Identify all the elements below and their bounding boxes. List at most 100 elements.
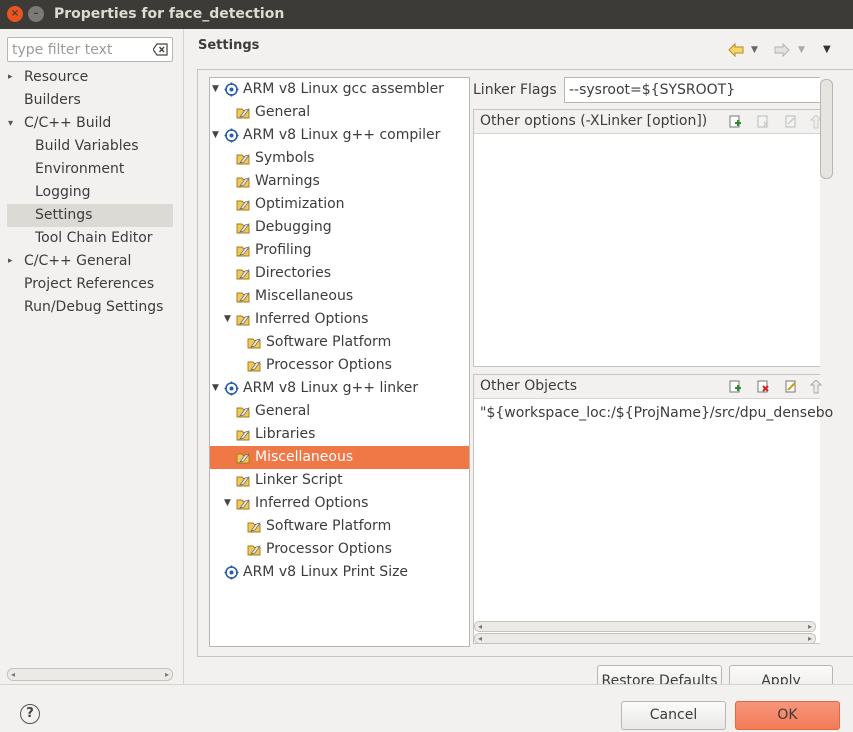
tree-item-label: Warnings: [255, 173, 320, 189]
tree-item[interactable]: ARM v8 Linux Print Size: [210, 561, 469, 584]
list-item[interactable]: "${workspace_loc:/${ProjName}/src/dpu_de…: [480, 405, 833, 421]
tree-item[interactable]: General: [210, 101, 469, 124]
tool-icon: [224, 82, 239, 97]
tree-item[interactable]: Miscellaneous: [210, 446, 469, 469]
options-folder-icon: [247, 358, 262, 373]
settings-vertical-scrollbar[interactable]: [820, 79, 833, 644]
options-folder-icon: [236, 450, 251, 465]
tree-item[interactable]: Profiling: [210, 239, 469, 262]
filter-input[interactable]: [12, 41, 147, 59]
tree-item[interactable]: ▼ Inferred Options: [210, 492, 469, 515]
sidebar-item-build-variables[interactable]: Build Variables: [0, 135, 183, 158]
options-folder-icon: [236, 220, 251, 235]
scroll-right-icon[interactable]: ▸: [165, 669, 169, 680]
delete-icon[interactable]: [756, 380, 770, 394]
tree-item-label: ARM v8 Linux g++ linker: [243, 380, 419, 396]
tree-item-label: Software Platform: [266, 334, 392, 350]
sidebar-item-label: C/C++ Build: [24, 115, 112, 131]
tree-item[interactable]: ▼ ARM v8 Linux gcc assembler: [210, 78, 469, 101]
back-arrow-icon[interactable]: [727, 41, 745, 59]
scroll-left-icon[interactable]: ◂: [478, 634, 482, 643]
sidebar-item-environment[interactable]: Environment: [0, 158, 183, 181]
tree-item[interactable]: Symbols: [210, 147, 469, 170]
tree-item[interactable]: ▼ ARM v8 Linux g++ linker: [210, 377, 469, 400]
sidebar-item-label: Build Variables: [35, 138, 139, 154]
tree-item-label: Miscellaneous: [255, 288, 354, 304]
forward-menu-chevron-icon[interactable]: ▼: [798, 41, 805, 59]
tree-item-label: Libraries: [255, 426, 316, 442]
sidebar-item-run-debug-settings[interactable]: Run/Debug Settings: [0, 296, 183, 319]
other-options-header: Other options (-XLinker [option]): [474, 110, 823, 134]
edit-icon[interactable]: [784, 380, 798, 394]
expanded-arrow-icon[interactable]: ▼: [212, 377, 219, 400]
tree-item[interactable]: ▼ ARM v8 Linux g++ compiler: [210, 124, 469, 147]
tree-item[interactable]: Processor Options: [210, 538, 469, 561]
tree-item[interactable]: Software Platform: [210, 515, 469, 538]
objects-horizontal-scrollbar[interactable]: ◂ ▸: [474, 621, 816, 632]
minimize-icon: –: [33, 8, 39, 19]
tree-item-label: ARM v8 Linux g++ compiler: [243, 127, 441, 143]
tree-item-label: Inferred Options: [255, 495, 369, 511]
tree-item[interactable]: Debugging: [210, 216, 469, 239]
scroll-left-icon[interactable]: ◂: [478, 622, 482, 631]
sidebar-item-builders[interactable]: Builders: [0, 89, 183, 112]
tree-horizontal-scrollbar[interactable]: ◂ ▸: [474, 633, 816, 644]
back-menu-chevron-icon[interactable]: ▼: [751, 41, 758, 59]
sidebar-item-c-c-build[interactable]: ▾ C/C++ Build: [0, 112, 183, 135]
view-menu-icon[interactable]: ▼: [823, 41, 831, 59]
ok-button[interactable]: OK: [735, 701, 840, 730]
scroll-left-icon[interactable]: ◂: [11, 669, 15, 680]
sidebar-item-resource[interactable]: ▸ Resource: [0, 66, 183, 89]
delete-icon[interactable]: [756, 115, 770, 129]
help-icon[interactable]: ?: [20, 704, 40, 724]
scrollbar-thumb[interactable]: [820, 79, 833, 179]
edit-icon[interactable]: [784, 115, 798, 129]
options-folder-icon: [247, 542, 262, 557]
minimize-window-button[interactable]: –: [28, 6, 44, 22]
add-icon[interactable]: [728, 115, 742, 129]
options-folder-icon: [247, 335, 262, 350]
options-folder-icon: [247, 519, 262, 534]
sidebar-item-tool-chain-editor[interactable]: Tool Chain Editor: [0, 227, 183, 250]
tree-item[interactable]: Libraries: [210, 423, 469, 446]
linker-flags-field[interactable]: [564, 77, 820, 103]
linker-flags-label: Linker Flags: [473, 82, 557, 98]
tree-item[interactable]: Miscellaneous: [210, 285, 469, 308]
tree-item[interactable]: Software Platform: [210, 331, 469, 354]
options-folder-icon: [236, 197, 251, 212]
other-objects-list: Other Objects "${workspace_loc:/${ProjNa…: [473, 374, 833, 644]
tree-item[interactable]: ▼ Inferred Options: [210, 308, 469, 331]
nav-horizontal-scrollbar[interactable]: ◂ ▸: [7, 668, 173, 681]
scroll-right-icon[interactable]: ▸: [808, 622, 812, 631]
sidebar-item-c-c-general[interactable]: ▸ C/C++ General: [0, 250, 183, 273]
expanded-arrow-icon[interactable]: ▾: [8, 112, 13, 135]
other-objects-title: Other Objects: [480, 378, 578, 394]
tree-item-label: Symbols: [255, 150, 315, 166]
tool-icon: [224, 128, 239, 143]
forward-arrow-icon[interactable]: [773, 41, 791, 59]
tree-item[interactable]: Processor Options: [210, 354, 469, 377]
tree-item[interactable]: Warnings: [210, 170, 469, 193]
clear-filter-icon[interactable]: [153, 43, 168, 56]
expanded-arrow-icon[interactable]: ▼: [212, 124, 219, 147]
history-navigation: ▼ ▼ ▼: [724, 41, 844, 59]
sidebar-item-project-references[interactable]: Project References: [0, 273, 183, 296]
tree-item-label: Processor Options: [266, 541, 392, 557]
add-icon[interactable]: [728, 380, 742, 394]
sidebar-item-settings[interactable]: Settings: [7, 204, 173, 227]
collapsed-arrow-icon[interactable]: ▸: [8, 66, 13, 89]
cancel-button[interactable]: Cancel: [621, 701, 726, 730]
close-window-button[interactable]: ×: [7, 6, 23, 22]
expanded-arrow-icon[interactable]: ▼: [224, 308, 231, 331]
tree-item[interactable]: Linker Script: [210, 469, 469, 492]
expanded-arrow-icon[interactable]: ▼: [224, 492, 231, 515]
collapsed-arrow-icon[interactable]: ▸: [8, 250, 13, 273]
tree-item[interactable]: Optimization: [210, 193, 469, 216]
tree-item[interactable]: General: [210, 400, 469, 423]
tree-item-label: Debugging: [255, 219, 332, 235]
scroll-right-icon[interactable]: ▸: [808, 634, 812, 643]
sidebar-item-logging[interactable]: Logging: [0, 181, 183, 204]
tree-item[interactable]: Directories: [210, 262, 469, 285]
tool-settings-tree: ▼ ARM v8 Linux gcc assembler General ▼ ARM v…: [209, 77, 470, 647]
expanded-arrow-icon[interactable]: ▼: [212, 78, 219, 101]
